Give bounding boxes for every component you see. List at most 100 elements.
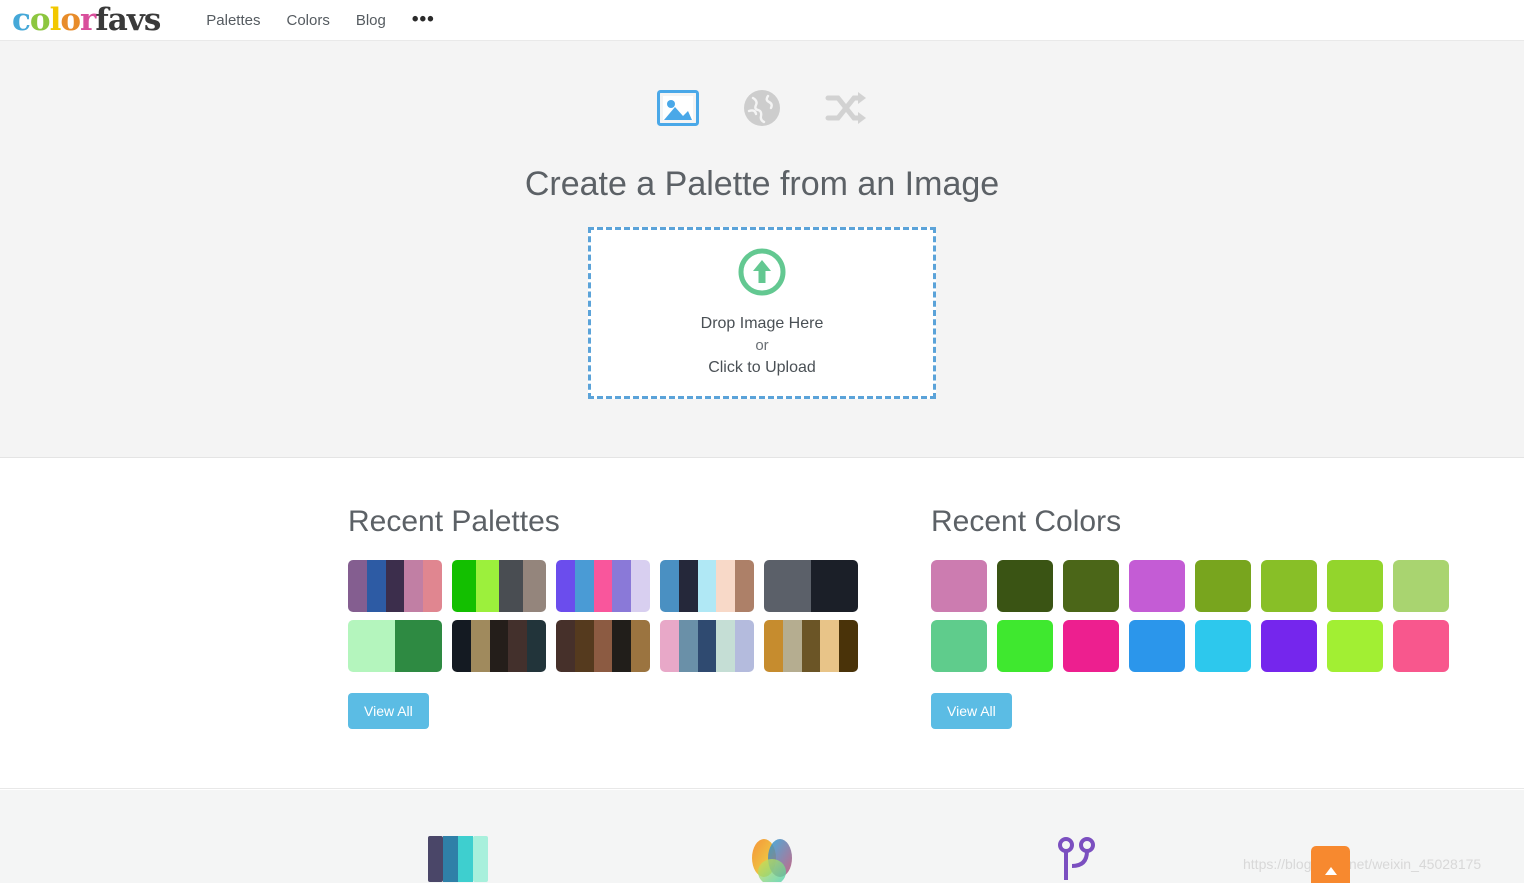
logo-letter: r [80,1,96,38]
color-swatch[interactable] [1063,620,1119,672]
palette-swatch [735,560,754,612]
palette-swatch [574,620,594,672]
palette-row [348,620,858,672]
palette-swatch [631,620,650,672]
color-swatch[interactable] [1393,560,1449,612]
palette-card[interactable] [660,620,754,672]
colors-view-all-button[interactable]: View All [931,693,1012,729]
palette-card[interactable] [452,560,546,612]
scroll-to-top-button[interactable] [1311,846,1350,883]
hero-section: Create a Palette from an Image Drop Imag… [0,41,1524,458]
chevron-up-icon [1324,863,1338,881]
palette-swatch [716,620,736,672]
feature-colors[interactable] [743,836,801,883]
palette-swatch [499,560,523,612]
palette-swatch [716,560,736,612]
palettes-view-all-button[interactable]: View All [348,693,429,729]
palette-swatch [811,560,858,612]
palette-swatch [522,560,546,612]
dropzone-line-1: Drop Image Here [700,314,824,332]
palette-swatch [348,620,395,672]
palette-swatch [527,620,546,672]
palette-card[interactable] [556,620,650,672]
palette-card[interactable] [452,620,546,672]
palette-swatch [612,620,632,672]
nav-link-colors[interactable]: Colors [286,12,329,29]
color-row [931,620,1449,672]
palette-swatch [385,560,405,612]
color-swatch[interactable] [1393,620,1449,672]
color-heart-icon [743,836,801,883]
recent-colors-grid [931,560,1449,672]
features-section [0,790,1524,883]
logo-color-text: color [12,1,96,38]
palette-swatch [764,560,811,612]
features-row [0,836,1524,883]
palette-swatch [452,560,476,612]
palette-swatch [678,620,698,672]
dropzone-line-3: Click to Upload [708,358,816,376]
color-swatch[interactable] [931,620,987,672]
palette-swatch [839,620,858,672]
palette-swatch [366,560,386,612]
site-logo[interactable]: color favs [12,1,161,38]
nav-link-palettes[interactable]: Palettes [206,12,260,29]
recent-colors-column: Recent Colors View All [931,505,1449,729]
image-dropzone[interactable]: Drop Image Here or Click to Upload [588,227,936,399]
recent-colors-title: Recent Colors [931,505,1122,538]
feature-branch[interactable] [1056,836,1096,883]
palette-swatch [801,620,821,672]
color-swatch[interactable] [1327,560,1383,612]
color-swatch[interactable] [997,560,1053,612]
recent-palettes-grid [348,560,858,672]
nav-links: Palettes Colors Blog ••• [206,10,435,29]
color-swatch[interactable] [1261,620,1317,672]
logo-letter: o [29,1,51,38]
palette-swatch [697,560,717,612]
color-swatch[interactable] [1195,560,1251,612]
palette-card[interactable] [348,620,442,672]
palette-swatch [782,620,802,672]
palette-card[interactable] [660,560,754,612]
palette-swatch [452,620,471,672]
logo-favs-text: favs [95,1,161,38]
hero-mode-icons [0,89,1524,132]
color-row [931,560,1449,612]
nav-link-blog[interactable]: Blog [356,12,386,29]
palette-swatch [612,560,632,612]
color-swatch[interactable] [1063,560,1119,612]
color-swatch[interactable] [997,620,1053,672]
palette-swatch [735,620,754,672]
color-swatch[interactable] [931,560,987,612]
palette-swatch [660,560,679,612]
shuffle-icon[interactable] [825,91,867,130]
palette-swatch [820,620,840,672]
palette-swatch [489,620,509,672]
recent-palettes-title: Recent Palettes [348,505,560,538]
color-swatch[interactable] [1327,620,1383,672]
logo-letter: c [12,1,31,38]
image-icon[interactable] [657,90,699,131]
palette-swatch [678,560,698,612]
palette-swatch [404,560,424,612]
page-title: Create a Palette from an Image [524,165,1000,203]
palette-swatch [631,560,650,612]
navbar: color favs Palettes Colors Blog ••• [0,0,1524,41]
color-swatch[interactable] [1129,560,1185,612]
branch-icon [1056,836,1096,883]
color-swatch[interactable] [1261,560,1317,612]
recent-palettes-column: Recent Palettes View All [348,505,858,729]
palette-row [348,560,858,612]
color-swatch[interactable] [1195,620,1251,672]
feature-palettes[interactable] [427,836,488,883]
palette-card[interactable] [556,560,650,612]
palette-card[interactable] [764,620,858,672]
palette-card[interactable] [764,560,858,612]
color-swatch[interactable] [1129,620,1185,672]
nav-more-icon[interactable]: ••• [412,10,435,29]
globe-icon[interactable] [743,89,781,132]
palette-swatch [423,560,442,612]
palette-swatch [508,620,528,672]
palette-card[interactable] [348,560,442,612]
logo-letter: l [49,1,62,38]
